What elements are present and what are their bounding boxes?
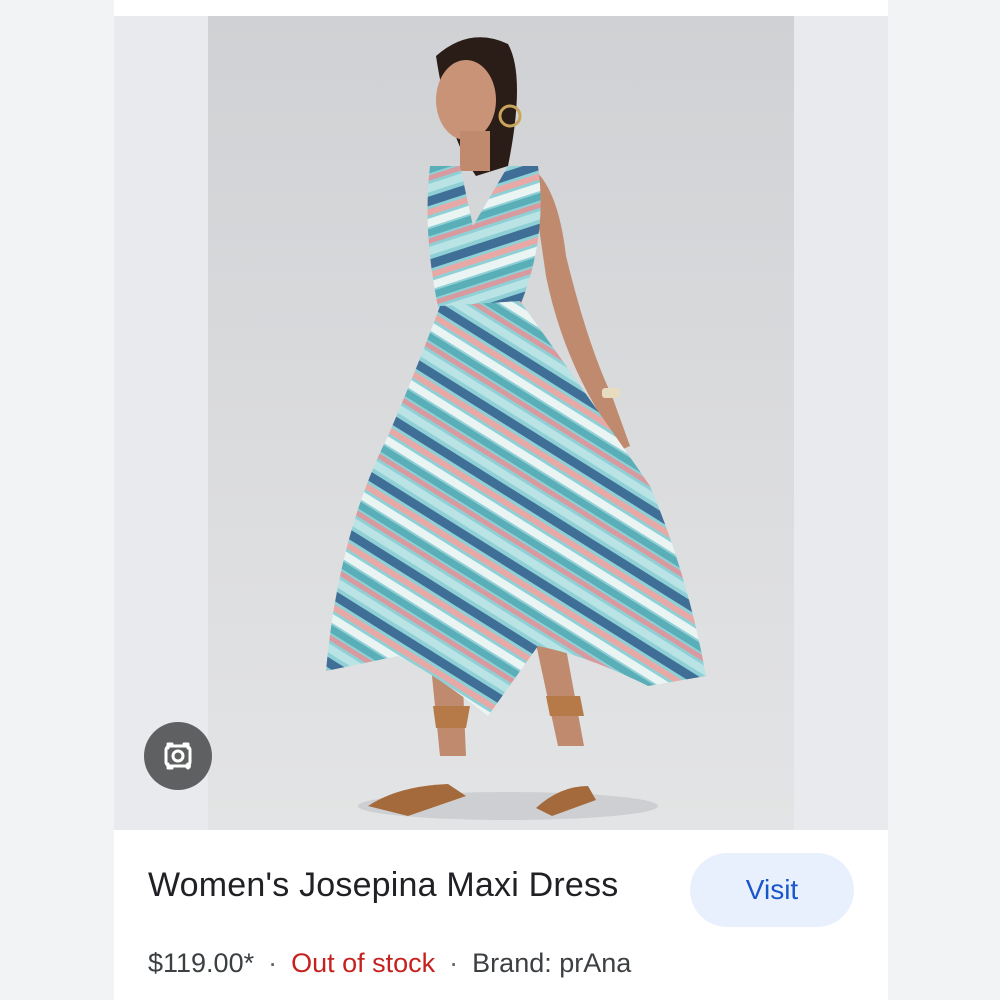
product-meta: $119.00* · Out of stock · Brand: prAna (148, 948, 631, 979)
lens-search-button[interactable] (144, 722, 212, 790)
product-title[interactable]: Women's Josepina Maxi Dress (148, 866, 618, 905)
separator: · (449, 948, 459, 978)
brand: Brand: prAna (472, 948, 632, 978)
dress-model-illustration (326, 37, 706, 820)
separator: · (268, 948, 278, 978)
stock-status: Out of stock (291, 948, 436, 978)
visit-button[interactable]: Visit (690, 853, 854, 927)
price: $119.00* (148, 948, 255, 978)
product-image[interactable] (208, 16, 794, 830)
camera-search-icon (164, 742, 192, 770)
search-result-screen: Women's Josepina Maxi Dress Visit $119.0… (0, 0, 1000, 1000)
